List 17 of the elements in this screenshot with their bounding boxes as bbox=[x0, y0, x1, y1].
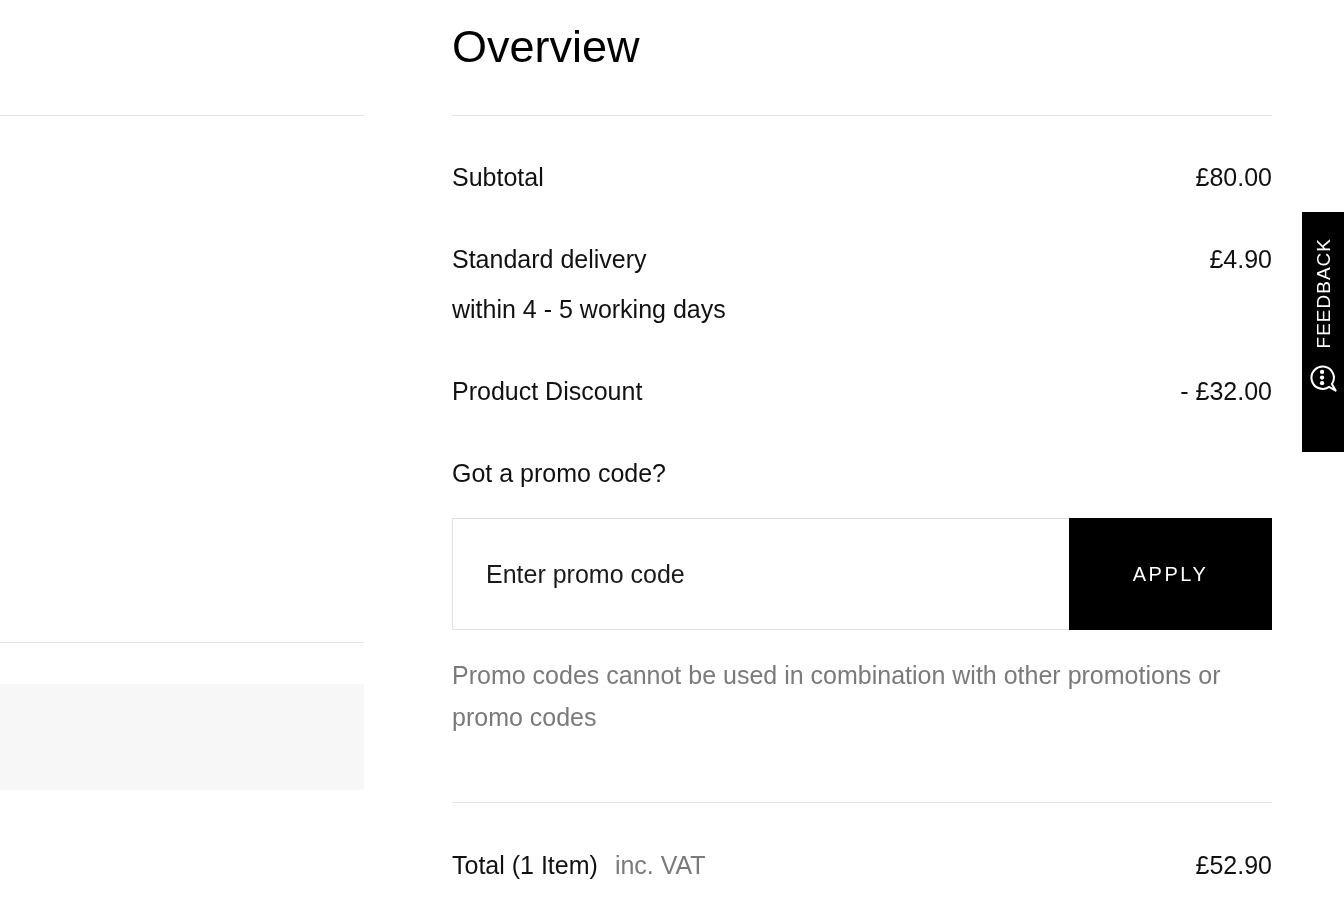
overview-title: Overview bbox=[452, 20, 641, 72]
line-label: Product Discount bbox=[452, 376, 643, 407]
promo-code-field[interactable]: Enter promo code bbox=[452, 518, 1069, 630]
total-label: Total (1 Item) bbox=[452, 850, 598, 881]
promo-question: Got a promo code? bbox=[452, 458, 667, 489]
delivery-note: within 4 - 5 working days bbox=[452, 294, 727, 325]
feedback-tab[interactable]: FEEDBACK bbox=[1302, 212, 1344, 452]
line-amount: £4.90 bbox=[1209, 244, 1272, 275]
vat-note: inc. VAT bbox=[614, 850, 706, 881]
line-label: Standard delivery bbox=[452, 244, 647, 275]
total-amount: £52.90 bbox=[1195, 850, 1272, 881]
line-amount: - £32.00 bbox=[1180, 376, 1272, 407]
promo-disclaimer: Promo codes cannot be used in combination with other promotions or promo codes bbox=[452, 660, 1222, 733]
line-label: Subtotal bbox=[452, 162, 544, 193]
chat-bubble-icon bbox=[1309, 364, 1337, 393]
apply-button[interactable]: APPLY bbox=[1069, 518, 1272, 630]
line-amount: £80.00 bbox=[1195, 162, 1272, 193]
